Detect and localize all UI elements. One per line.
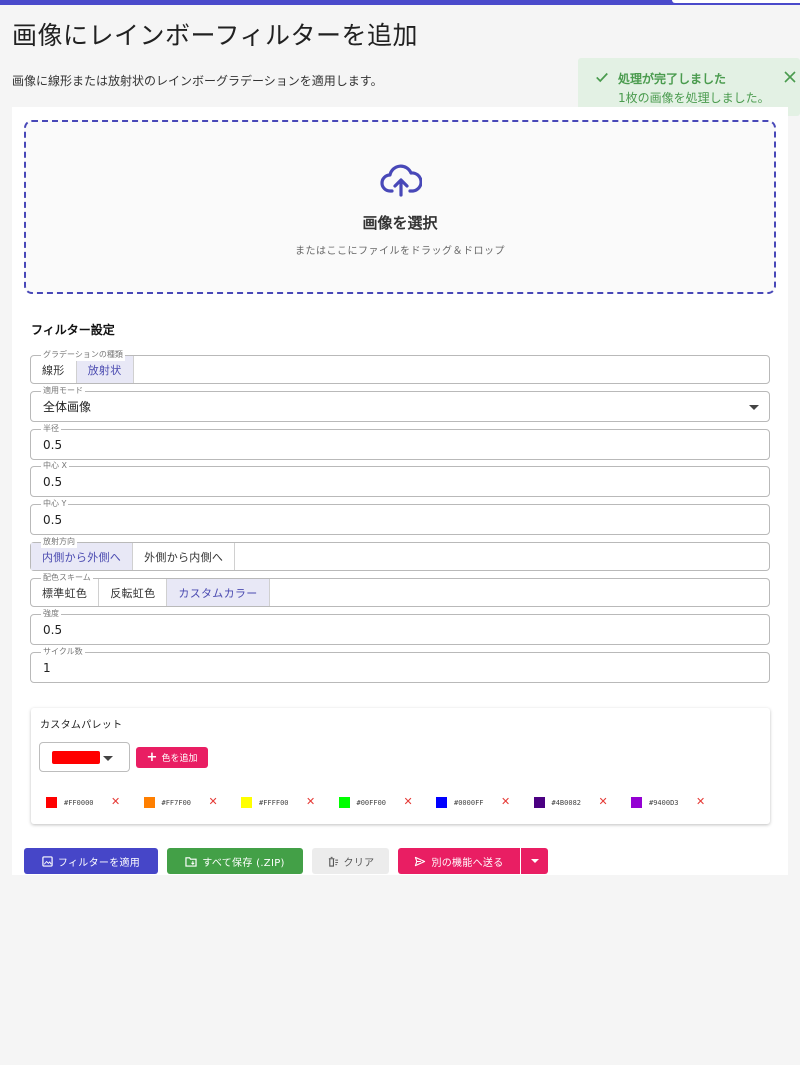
center-x-value: 0.5 (43, 474, 63, 489)
folder-save-icon (185, 856, 197, 867)
color-hex: #FFFF00 (259, 799, 289, 807)
cycles-input[interactable]: サイクル数 1 (30, 646, 770, 683)
radius-input[interactable]: 半径 0.5 (30, 423, 770, 460)
add-color-label: 色を追加 (161, 754, 198, 764)
palette-color-chip: #0000FF ✕ (436, 796, 534, 810)
send-to-feature-label: 別の機能へ送る (431, 857, 504, 869)
color-swatch (143, 797, 155, 808)
palette-color-chip: #FF0000 ✕ (46, 796, 144, 810)
radial-direction-field: 内側から外側へ 外側から内側へ 放射方向 (30, 536, 770, 571)
color-hex: #00FF00 (356, 799, 387, 807)
gradient-type-label: グラデーションの種類 (41, 349, 125, 361)
color-hex: #9400D3 (649, 799, 679, 807)
toggle-reverse-rainbow[interactable]: 反転虹色 (99, 579, 168, 606)
palette-color-chip: #4B0082 ✕ (533, 796, 632, 810)
chevron-down-icon (103, 756, 113, 761)
toggle-custom-color[interactable]: カスタムカラー (167, 579, 270, 606)
filter-settings-title: フィルター設定 (31, 323, 115, 337)
add-color-button[interactable]: + 色を追加 (136, 747, 208, 768)
chevron-down-icon (749, 405, 759, 410)
color-picker-select[interactable] (39, 742, 130, 772)
toast-message: 1枚の画像を処理しました。 (618, 91, 770, 105)
cloud-upload-icon (380, 164, 422, 197)
send-to-feature-button[interactable]: 別の機能へ送る (398, 848, 520, 874)
palette-title: カスタムパレット (40, 720, 123, 731)
center-x-input[interactable]: 中心 X 0.5 (30, 460, 770, 497)
clear-label: クリア (343, 857, 375, 869)
page-description: 画像に線形または放射状のレインボーグラデーションを適用します。 (12, 74, 383, 88)
radial-direction-label: 放射方向 (41, 536, 77, 548)
palette-colors: #FF0000 ✕ #FF7F00 ✕ #FFFF00 ✕ #00FF00 ✕ … (46, 796, 729, 810)
main-card: 画像を選択 またはここにファイルをドラッグ＆ドロップ フィルター設定 線形 放射… (12, 107, 788, 875)
send-menu-toggle[interactable] (521, 848, 548, 874)
save-all-zip-button[interactable]: すべて保存 (.ZIP) (167, 848, 303, 874)
palette-color-chip: #FFFF00 ✕ (241, 796, 339, 810)
dropzone-subtitle: またはここにファイルをドラッグ＆ドロップ (295, 246, 505, 257)
center-y-value: 0.5 (43, 512, 63, 527)
page-title: 画像にレインボーフィルターを追加 (12, 21, 419, 50)
top-bar-pill (672, 0, 800, 3)
apply-mode-select[interactable]: 適用モード 全体画像 (30, 385, 770, 422)
remove-icon[interactable]: ✕ (501, 796, 510, 808)
chevron-down-icon (530, 859, 539, 863)
image-filter-icon (42, 855, 53, 867)
color-hex: #4B0082 (551, 799, 582, 807)
color-scheme-field: 標準虹色 反転虹色 カスタムカラー 配色スキーム (30, 572, 770, 607)
color-hex: #FF7F00 (161, 799, 192, 807)
send-icon (415, 856, 426, 866)
remove-icon[interactable]: ✕ (696, 796, 705, 808)
custom-palette-card: カスタムパレット + 色を追加 #FF0000 ✕ #FF7F00 ✕ #FFF… (31, 708, 770, 824)
gradient-type-field: 線形 放射状 グラデーションの種類 (30, 349, 770, 384)
center-y-input[interactable]: 中心 Y 0.5 (30, 498, 770, 535)
remove-icon[interactable]: ✕ (404, 796, 413, 808)
remove-icon[interactable]: ✕ (306, 796, 315, 808)
remove-icon[interactable]: ✕ (599, 796, 608, 808)
toast-title: 処理が完了しました (618, 72, 727, 86)
apply-filter-label: フィルターを適用 (57, 857, 141, 869)
palette-color-chip: #00FF00 ✕ (338, 796, 437, 810)
radius-value: 0.5 (43, 437, 63, 452)
color-swatch (436, 797, 447, 808)
save-all-label: すべて保存 (.ZIP) (202, 857, 285, 869)
color-scheme-label: 配色スキーム (41, 572, 93, 584)
color-swatch (338, 797, 350, 808)
check-icon (596, 72, 608, 83)
clear-button[interactable]: クリア (312, 848, 389, 874)
image-dropzone[interactable]: 画像を選択 またはここにファイルをドラッグ＆ドロップ (24, 120, 776, 294)
cycles-value: 1 (43, 660, 51, 675)
apply-mode-value: 全体画像 (43, 400, 92, 414)
remove-icon[interactable]: ✕ (209, 796, 218, 808)
palette-color-chip: #FF7F00 ✕ (143, 796, 242, 810)
plus-icon: + (146, 750, 158, 765)
color-swatch (533, 797, 545, 808)
remove-icon[interactable]: ✕ (111, 796, 120, 808)
close-icon[interactable] (782, 69, 798, 85)
color-hex: #FF0000 (64, 799, 94, 807)
palette-color-chip: #9400D3 ✕ (631, 796, 729, 810)
intensity-value: 0.5 (43, 622, 63, 637)
toggle-outside-in[interactable]: 外側から内側へ (133, 543, 236, 570)
apply-filter-button[interactable]: フィルターを適用 (24, 848, 158, 874)
selected-color-swatch (52, 751, 100, 764)
color-swatch (46, 797, 57, 808)
dropzone-title: 画像を選択 (362, 214, 438, 232)
color-swatch (631, 797, 642, 808)
color-swatch (241, 797, 252, 808)
clear-icon (328, 856, 338, 867)
intensity-input[interactable]: 強度 0.5 (30, 608, 770, 645)
color-hex: #0000FF (454, 799, 484, 807)
